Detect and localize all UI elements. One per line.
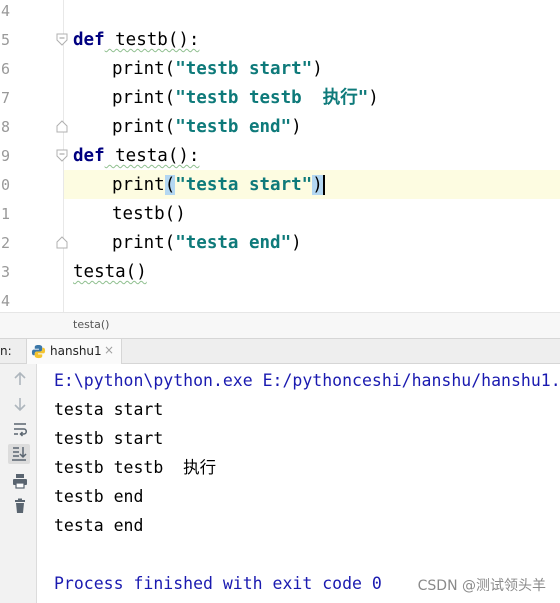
console-output-line: testa start bbox=[54, 400, 164, 419]
run-tool-window-header: n: hanshu1 × bbox=[0, 338, 560, 364]
fold-open-icon[interactable] bbox=[56, 149, 68, 162]
arrow-up-icon[interactable] bbox=[10, 369, 30, 389]
console-output-line: testb end bbox=[54, 487, 144, 506]
code-line[interactable]: def testa(): bbox=[73, 142, 199, 171]
code-line[interactable]: testb() bbox=[112, 200, 186, 229]
fold-end-icon[interactable] bbox=[56, 120, 68, 133]
run-label: n: bbox=[0, 344, 12, 358]
fold-end-icon[interactable] bbox=[56, 236, 68, 249]
console-output-line: testb start bbox=[54, 429, 164, 448]
code-line[interactable]: print("testb start") bbox=[112, 55, 323, 84]
console-output-line: testa end bbox=[54, 516, 144, 535]
line-number: 4 bbox=[1, 2, 11, 20]
console-command-line: E:\python\python.exe E:/pythonceshi/hans… bbox=[54, 371, 560, 390]
code-line[interactable]: testa() bbox=[73, 258, 147, 287]
line-number: 0 bbox=[1, 176, 11, 194]
line-number: 2 bbox=[1, 234, 11, 252]
console-exit-line: Process finished with exit code 0 bbox=[54, 574, 382, 593]
code-line[interactable]: print("testb testb 执行") bbox=[112, 84, 379, 113]
console-output[interactable]: E:\python\python.exe E:/pythonceshi/hans… bbox=[37, 364, 560, 603]
line-number: 6 bbox=[1, 60, 11, 78]
line-number: 9 bbox=[1, 147, 11, 165]
breadcrumb[interactable]: testa() bbox=[0, 312, 560, 339]
close-icon[interactable]: × bbox=[104, 343, 114, 357]
line-number: 1 bbox=[1, 205, 11, 223]
line-number: 3 bbox=[1, 263, 11, 281]
matched-brace: ) bbox=[312, 175, 323, 195]
run-tab-label: hanshu1 bbox=[50, 344, 102, 358]
line-number: 7 bbox=[1, 89, 11, 107]
line-number: 5 bbox=[1, 31, 11, 49]
arrow-down-icon[interactable] bbox=[10, 394, 30, 414]
code-line[interactable]: print("testb end") bbox=[112, 113, 302, 142]
code-line[interactable]: def testb(): bbox=[73, 26, 199, 55]
python-icon bbox=[31, 344, 46, 362]
scroll-to-end-icon[interactable] bbox=[8, 444, 30, 464]
line-number: 8 bbox=[1, 118, 11, 136]
run-tab-hanshu1[interactable]: hanshu1 × bbox=[26, 339, 122, 364]
breadcrumb-item[interactable]: testa() bbox=[73, 318, 109, 331]
watermark: CSDN @测试领头羊 bbox=[417, 578, 546, 594]
console-toolbar bbox=[0, 364, 37, 603]
soft-wrap-icon[interactable] bbox=[10, 419, 30, 439]
code-line[interactable]: print("testa end") bbox=[112, 229, 302, 258]
console-output-line: testb testb 执行 bbox=[54, 458, 217, 477]
print-icon[interactable] bbox=[10, 471, 30, 491]
code-line-current[interactable]: print("testa start") bbox=[112, 171, 325, 200]
fold-open-icon[interactable] bbox=[56, 33, 68, 46]
matched-brace: ( bbox=[164, 175, 176, 195]
code-editor[interactable]: 4 5 6 7 8 9 0 1 2 3 4 def testb(): print… bbox=[0, 0, 560, 312]
trash-icon[interactable] bbox=[10, 496, 30, 516]
text-caret bbox=[322, 175, 325, 195]
